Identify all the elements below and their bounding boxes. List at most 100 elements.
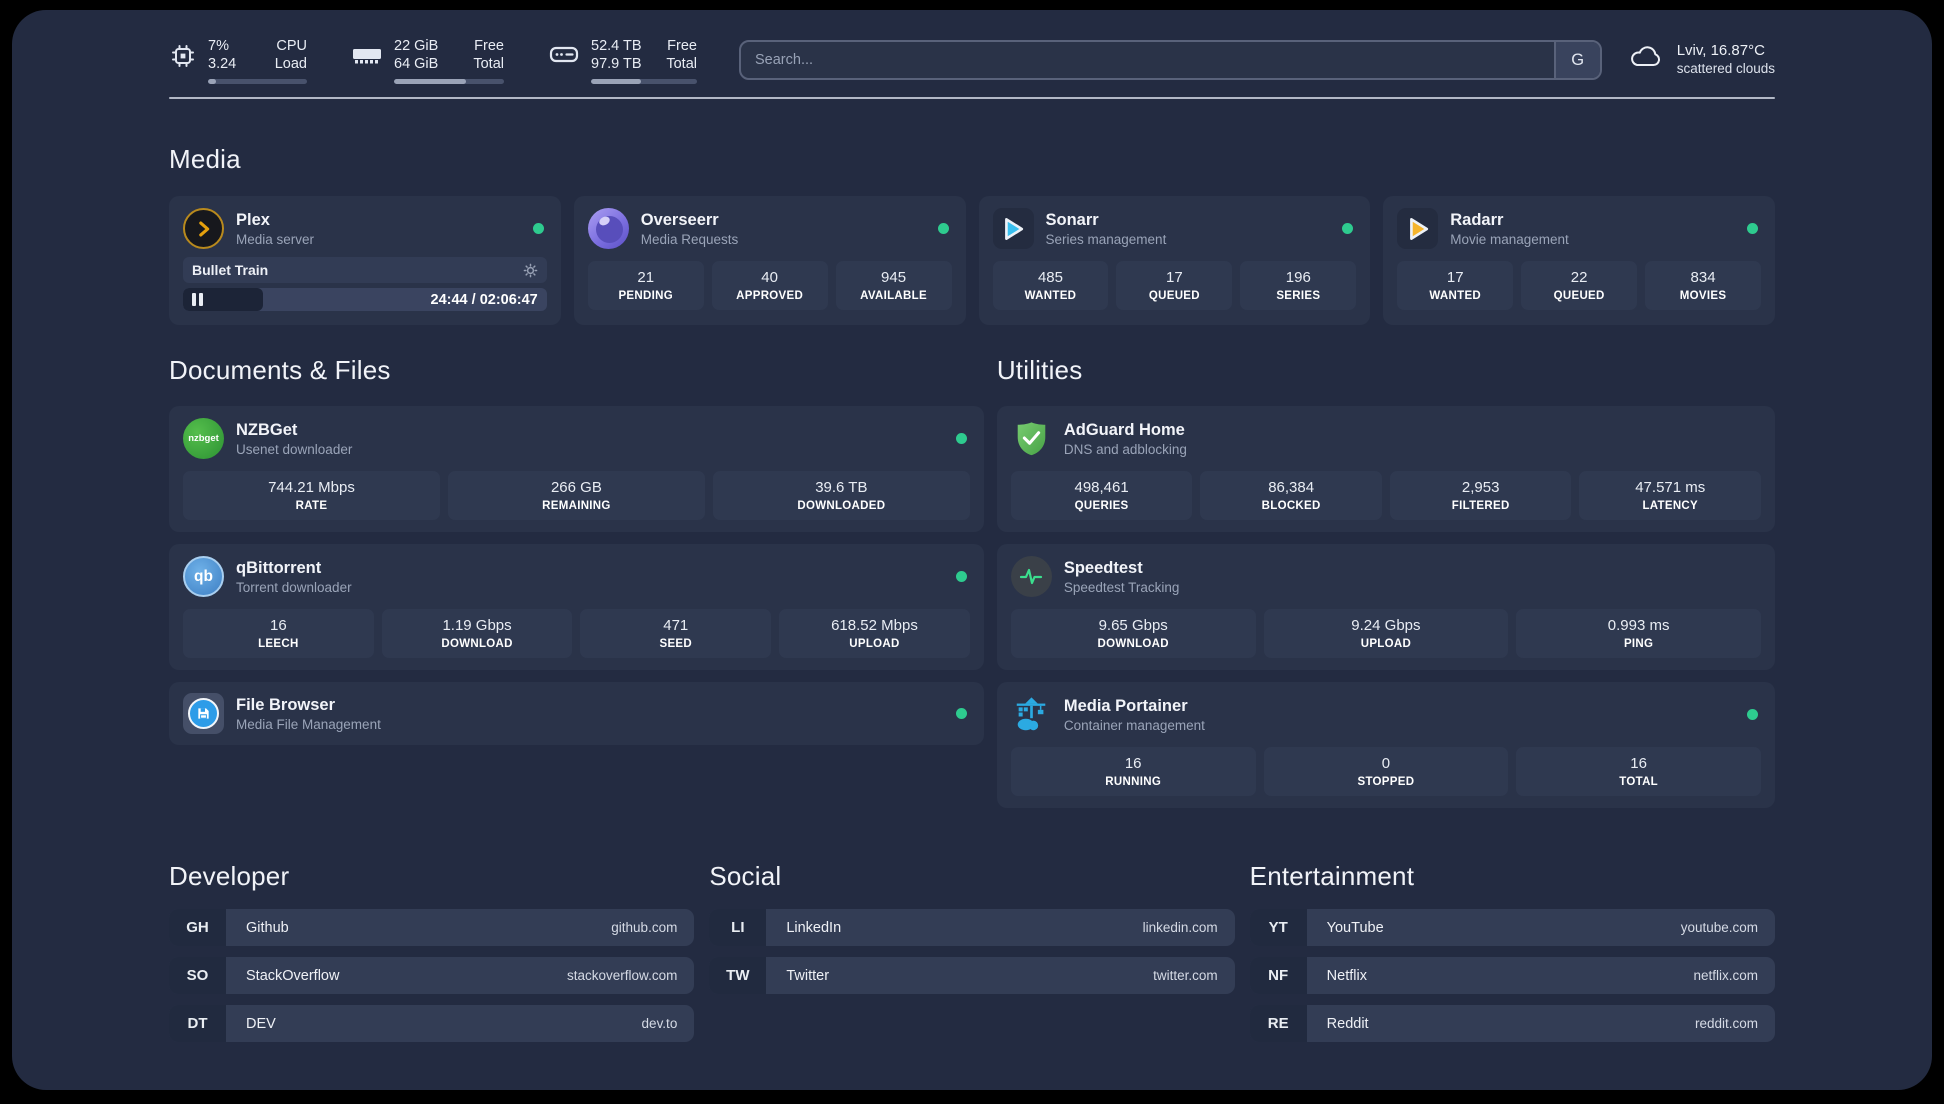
- radarr-icon: [1397, 208, 1439, 249]
- disk-progress-bar: [591, 79, 697, 84]
- app-name: Radarr: [1450, 210, 1504, 229]
- stat-tile: 86,384 BLOCKED: [1200, 471, 1382, 520]
- system-stats: 7% 3.24 CPU Load 22 GiB 64 GiB Free Tota…: [169, 37, 697, 84]
- header-divider: [169, 97, 1775, 99]
- memory-total-label: Total: [473, 56, 504, 72]
- section-title-documents: Documents & Files: [169, 355, 391, 385]
- cpu-icon: [169, 37, 197, 84]
- cpu-stat: 7% 3.24 CPU Load: [169, 37, 307, 84]
- dashboard: 7% 3.24 CPU Load 22 GiB 64 GiB Free Tota…: [12, 10, 1932, 1090]
- disk-icon: [548, 37, 580, 84]
- cpu-label: CPU: [276, 38, 307, 54]
- stat-tile: 945 AVAILABLE: [835, 261, 952, 310]
- overseerr-icon: [587, 208, 629, 249]
- stat-tile: 485 WANTED: [992, 261, 1109, 310]
- stat-tile: 2,953 FILTERED: [1389, 471, 1572, 520]
- section-title-social: Social: [709, 861, 782, 891]
- search-bar: G: [739, 40, 1602, 80]
- stat-tile: 0.993 ms PING: [1516, 609, 1761, 658]
- pause-icon[interactable]: [192, 293, 203, 306]
- plex-now-playing: Bullet Train 24:44 / 02:06:47: [183, 257, 547, 311]
- weather-location-temp: Lviv, 16.87°C: [1676, 42, 1765, 59]
- stat-tile: 16 RUNNING: [1010, 747, 1256, 796]
- link-dev[interactable]: DT DEV dev.to: [169, 1005, 695, 1042]
- link-abbr-badge: GH: [169, 909, 226, 946]
- stat-tile: 1.19 Gbps DOWNLOAD: [381, 609, 573, 658]
- playback-time: 24:44 / 02:06:47: [430, 291, 538, 308]
- memory-free-value: 22 GiB: [394, 38, 439, 54]
- portainer-icon: [1011, 694, 1052, 735]
- app-card-sonarr[interactable]: Sonarr Series management 485 WANTED 17 Q…: [978, 196, 1371, 325]
- stat-tile: 39.6 TB DOWNLOADED: [712, 471, 970, 520]
- app-name: Overseerr: [640, 210, 719, 229]
- link-twitter[interactable]: TW Twitter twitter.com: [709, 957, 1235, 994]
- app-subtitle: Series management: [1045, 231, 1167, 247]
- cpu-load-value: 3.24: [208, 56, 237, 72]
- app-card-overseerr[interactable]: Overseerr Media Requests 21 PENDING 40 A…: [573, 196, 966, 325]
- app-card-nzbget[interactable]: nzbget NZBGet Usenet downloader 744.21 M…: [169, 406, 984, 532]
- link-youtube[interactable]: YT YouTube youtube.com: [1249, 909, 1775, 946]
- app-name: AdGuard Home: [1063, 420, 1185, 439]
- app-name: NZBGet: [236, 420, 298, 439]
- app-subtitle: Media File Management: [236, 716, 381, 732]
- app-card-qbittorrent[interactable]: qb qBittorrent Torrent downloader 16 LEE…: [169, 544, 984, 670]
- search-engine-button[interactable]: G: [1553, 42, 1600, 78]
- status-indicator: [1342, 223, 1354, 234]
- status-indicator: [1747, 223, 1758, 234]
- status-indicator: [955, 433, 967, 444]
- stat-tile: 196 SERIES: [1240, 261, 1357, 310]
- app-card-speedtest[interactable]: Speedtest Speedtest Tracking 9.65 Gbps D…: [996, 544, 1775, 670]
- top-bar: 7% 3.24 CPU Load 22 GiB 64 GiB Free Tota…: [169, 10, 1775, 84]
- status-indicator: [955, 708, 967, 719]
- app-name: File Browser: [236, 695, 336, 714]
- stat-tile: 0 STOPPED: [1263, 747, 1509, 796]
- app-subtitle: DNS and adblocking: [1063, 441, 1187, 457]
- link-stackoverflow[interactable]: SO StackOverflow stackoverflow.com: [169, 957, 695, 994]
- status-indicator: [955, 571, 967, 582]
- app-name: qBittorrent: [236, 558, 322, 577]
- developer-section: Developer GH Github github.com SO StackO…: [169, 861, 695, 1042]
- stat-tile: 9.65 Gbps DOWNLOAD: [1010, 609, 1256, 658]
- disk-free-label: Free: [667, 38, 697, 54]
- stat-tile: 16 TOTAL: [1516, 747, 1761, 796]
- app-subtitle: Speedtest Tracking: [1063, 579, 1180, 595]
- cpu-usage-value: 7%: [208, 38, 229, 54]
- section-title-entertainment: Entertainment: [1249, 861, 1415, 891]
- stat-tile: 47.571 ms LATENCY: [1579, 471, 1762, 520]
- stat-tile: 498,461 QUERIES: [1010, 471, 1193, 520]
- memory-icon: [351, 37, 383, 84]
- stat-tile: 17 WANTED: [1397, 261, 1514, 310]
- search-input[interactable]: [741, 42, 1554, 78]
- session-settings-icon[interactable]: [523, 263, 538, 278]
- disk-total-label: Total: [666, 56, 697, 72]
- memory-total-value: 64 GiB: [394, 56, 439, 72]
- cpu-load-label: Load: [274, 56, 307, 72]
- app-subtitle: Torrent downloader: [236, 579, 352, 595]
- stat-tile: 22 QUEUED: [1521, 261, 1638, 310]
- link-netflix[interactable]: NF Netflix netflix.com: [1249, 957, 1775, 994]
- app-card-plex[interactable]: Plex Media server Bullet Train 24:44 / 0…: [169, 196, 561, 325]
- nzbget-icon: nzbget: [183, 418, 224, 459]
- link-reddit[interactable]: RE Reddit reddit.com: [1249, 1005, 1775, 1042]
- now-playing-title: Bullet Train: [192, 262, 269, 278]
- app-subtitle: Usenet downloader: [236, 441, 353, 457]
- link-github[interactable]: GH Github github.com: [169, 909, 695, 946]
- app-subtitle: Container management: [1063, 717, 1205, 733]
- app-name: Plex: [236, 210, 270, 229]
- app-card-portainer[interactable]: Media Portainer Container management 16 …: [996, 682, 1775, 808]
- stat-tile: 266 GB REMAINING: [447, 471, 705, 520]
- weather-widget: Lviv, 16.87°C scattered clouds: [1626, 41, 1775, 77]
- app-card-filebrowser[interactable]: File Browser Media File Management: [169, 682, 984, 745]
- disk-free-value: 52.4 TB: [591, 38, 642, 54]
- memory-free-label: Free: [474, 38, 504, 54]
- social-section: Social LI LinkedIn linkedin.com TW Twitt…: [709, 861, 1235, 1042]
- stat-tile: 834 MOVIES: [1645, 261, 1762, 310]
- app-name: Speedtest: [1063, 558, 1143, 577]
- app-card-radarr[interactable]: Radarr Movie management 17 WANTED 22 QUE…: [1383, 196, 1775, 325]
- link-linkedin[interactable]: LI LinkedIn linkedin.com: [709, 909, 1235, 946]
- media-grid: Plex Media server Bullet Train 24:44 / 0…: [169, 196, 1775, 325]
- app-card-adguard[interactable]: AdGuard Home DNS and adblocking 498,461 …: [996, 406, 1775, 532]
- adguard-icon: [1011, 418, 1052, 459]
- stat-tile: 17 QUEUED: [1116, 261, 1233, 310]
- stat-tile: 471 SEED: [580, 609, 772, 658]
